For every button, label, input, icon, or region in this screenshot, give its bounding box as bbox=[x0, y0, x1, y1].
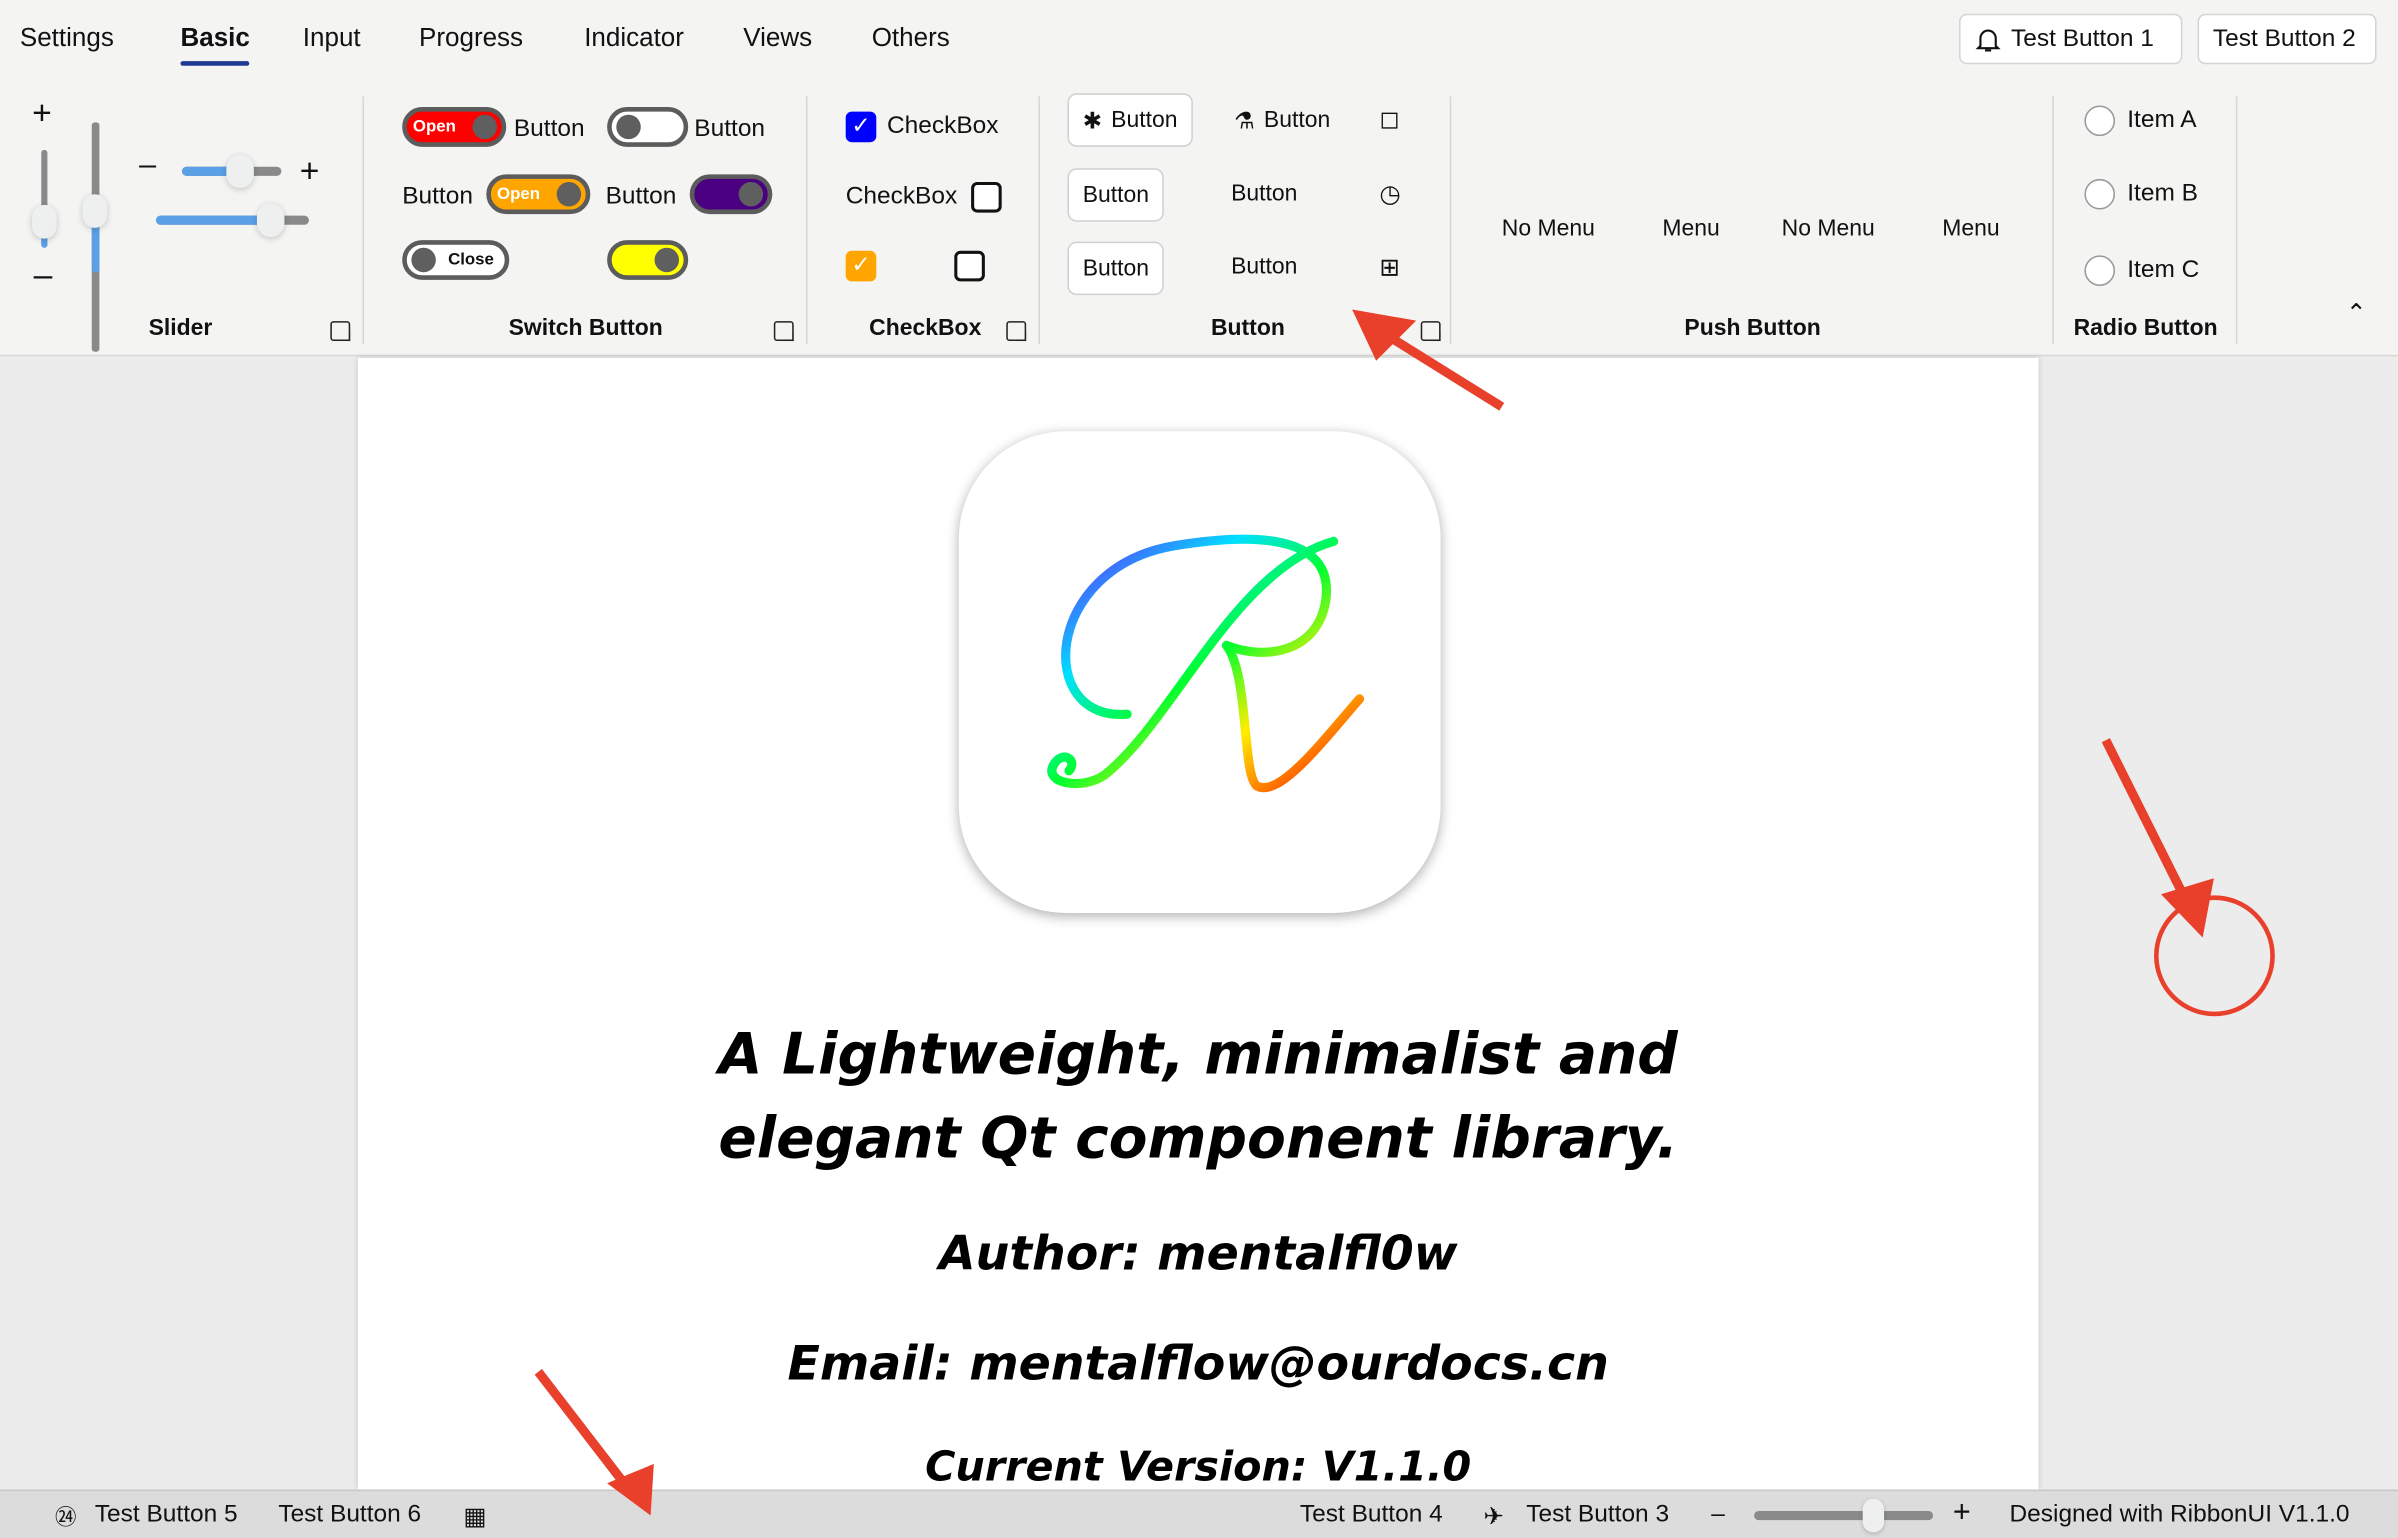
annotation-circle bbox=[2154, 895, 2275, 1017]
annotation-overlay bbox=[534, 309, 2275, 1516]
annotation-arrow bbox=[1381, 329, 1505, 411]
annotation-arrow bbox=[2101, 738, 2192, 905]
annotation-arrowhead bbox=[2161, 878, 2214, 938]
annotation-arrow bbox=[534, 1368, 634, 1494]
